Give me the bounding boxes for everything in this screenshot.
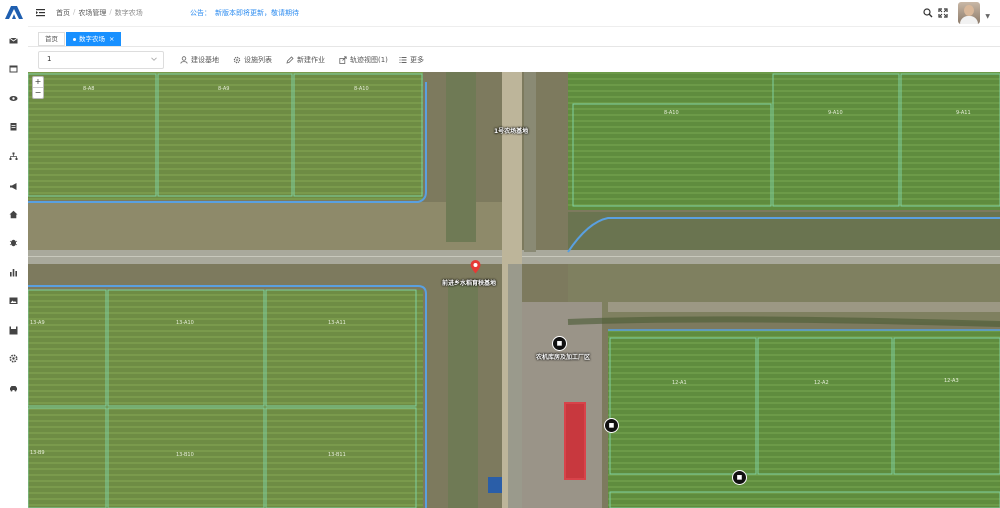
field-label: 13-B9: [30, 450, 45, 456]
camera-marker-icon[interactable]: ■: [552, 336, 567, 351]
field-label: 13-A11: [328, 320, 346, 326]
field-label: 12-A1: [672, 380, 687, 386]
field-label: 9-A11: [956, 110, 971, 116]
farm-select[interactable]: 1: [38, 51, 164, 69]
share-icon: [339, 56, 347, 64]
tab-home[interactable]: 首页: [38, 32, 65, 46]
notice-label: 公告：: [190, 9, 211, 17]
fullscreen-icon[interactable]: [938, 8, 948, 18]
zoom-in-button[interactable]: +: [33, 77, 43, 88]
logo: [5, 6, 23, 19]
more-button[interactable]: 更多: [399, 55, 424, 65]
menu-toggle-icon[interactable]: [36, 8, 45, 17]
save-icon[interactable]: [9, 326, 18, 335]
field-label: 8-A10: [664, 110, 679, 116]
field-label: 8-A8: [83, 86, 95, 92]
home-icon[interactable]: [9, 210, 18, 219]
breadcrumb-item[interactable]: 首页: [56, 8, 70, 18]
new-task-button[interactable]: 新建作业: [286, 55, 325, 65]
clipboard-icon[interactable]: [9, 122, 18, 131]
field-label: 8-A9: [218, 86, 230, 92]
image-icon[interactable]: [9, 296, 18, 305]
chevron-down-icon: [151, 57, 157, 61]
breadcrumb-item: 数字农场: [114, 9, 143, 17]
avatar[interactable]: [958, 2, 980, 24]
chevron-down-icon[interactable]: ▼: [985, 13, 990, 20]
gear-icon[interactable]: [9, 354, 18, 363]
field-label: 13-B11: [328, 452, 346, 458]
notice-bar: 公告： 新版本即将更新，敬请期待: [190, 8, 303, 18]
active-dot-icon: [73, 37, 76, 41]
bar-chart-icon[interactable]: [9, 268, 18, 277]
eye-icon[interactable]: [9, 94, 18, 103]
breadcrumb: 首页 / 农场管理 / 数字农场: [56, 8, 143, 18]
tab-bar: 首页 数字农场 ×: [28, 27, 1000, 47]
notice-text: 新版本即将更新，敬请期待: [215, 9, 299, 17]
breadcrumb-separator: /: [73, 8, 76, 16]
field-label: 13-A10: [176, 320, 194, 326]
facility-list-label: 设施列表: [244, 56, 272, 64]
megaphone-icon[interactable]: [9, 182, 18, 191]
location-pin-icon[interactable]: [470, 260, 481, 274]
sidebar: [0, 0, 29, 508]
car-icon[interactable]: [9, 384, 18, 393]
breadcrumb-item[interactable]: 农场管理: [78, 8, 106, 18]
tree-icon[interactable]: [9, 152, 18, 161]
place-label[interactable]: 农机库房及加工厂区: [536, 352, 590, 361]
header: 首页 / 农场管理 / 数字农场 公告： 新版本即将更新，敬请期待 ▼: [28, 0, 1000, 27]
list-icon: [399, 57, 407, 63]
place-label[interactable]: 1号农场基地: [494, 126, 528, 135]
user-icon: [180, 56, 188, 64]
search-icon[interactable]: [923, 8, 933, 18]
field-label: 9-A10: [828, 110, 843, 116]
field-label: 8-A10: [354, 86, 369, 92]
calendar-icon[interactable]: [9, 64, 18, 73]
toolbar: 1 建设基地 设施列表 新建作业 轨迹视图(1) 更多: [28, 47, 1000, 72]
breadcrumb-separator: /: [109, 8, 112, 16]
place-label[interactable]: 前进乡水稻育秧基地: [442, 278, 496, 287]
bug-icon[interactable]: [9, 238, 18, 247]
zoom-out-button[interactable]: −: [33, 88, 43, 98]
build-base-label: 建设基地: [191, 56, 219, 64]
map-imagery: [28, 72, 1000, 508]
mail-icon[interactable]: [9, 36, 18, 45]
field-label: 12-A2: [814, 380, 829, 386]
edit-icon: [286, 56, 294, 64]
zoom-control: + −: [32, 76, 44, 99]
tab-digital-farm[interactable]: 数字农场 ×: [66, 32, 122, 46]
camera-marker-icon[interactable]: ■: [732, 470, 747, 485]
more-label: 更多: [410, 56, 424, 64]
field-label: 13-B10: [176, 452, 194, 458]
field-label: 12-A3: [944, 378, 959, 384]
tab-label: 数字农场: [79, 35, 105, 43]
farm-select-value: 1: [47, 55, 52, 63]
close-icon[interactable]: ×: [109, 35, 114, 43]
satellite-map[interactable]: + − 8-A8 8-A9 8-A10 8-A10 9-A10 9-A11 13…: [28, 72, 1000, 508]
camera-marker-icon[interactable]: ■: [604, 418, 619, 433]
track-view-label: 轨迹视图(1): [350, 56, 388, 64]
build-base-button[interactable]: 建设基地: [180, 55, 219, 65]
gear-icon: [233, 56, 241, 64]
track-view-button[interactable]: 轨迹视图(1): [339, 55, 388, 65]
facility-list-button[interactable]: 设施列表: [233, 55, 272, 65]
new-task-label: 新建作业: [297, 56, 325, 64]
field-label: 13-A9: [30, 320, 45, 326]
